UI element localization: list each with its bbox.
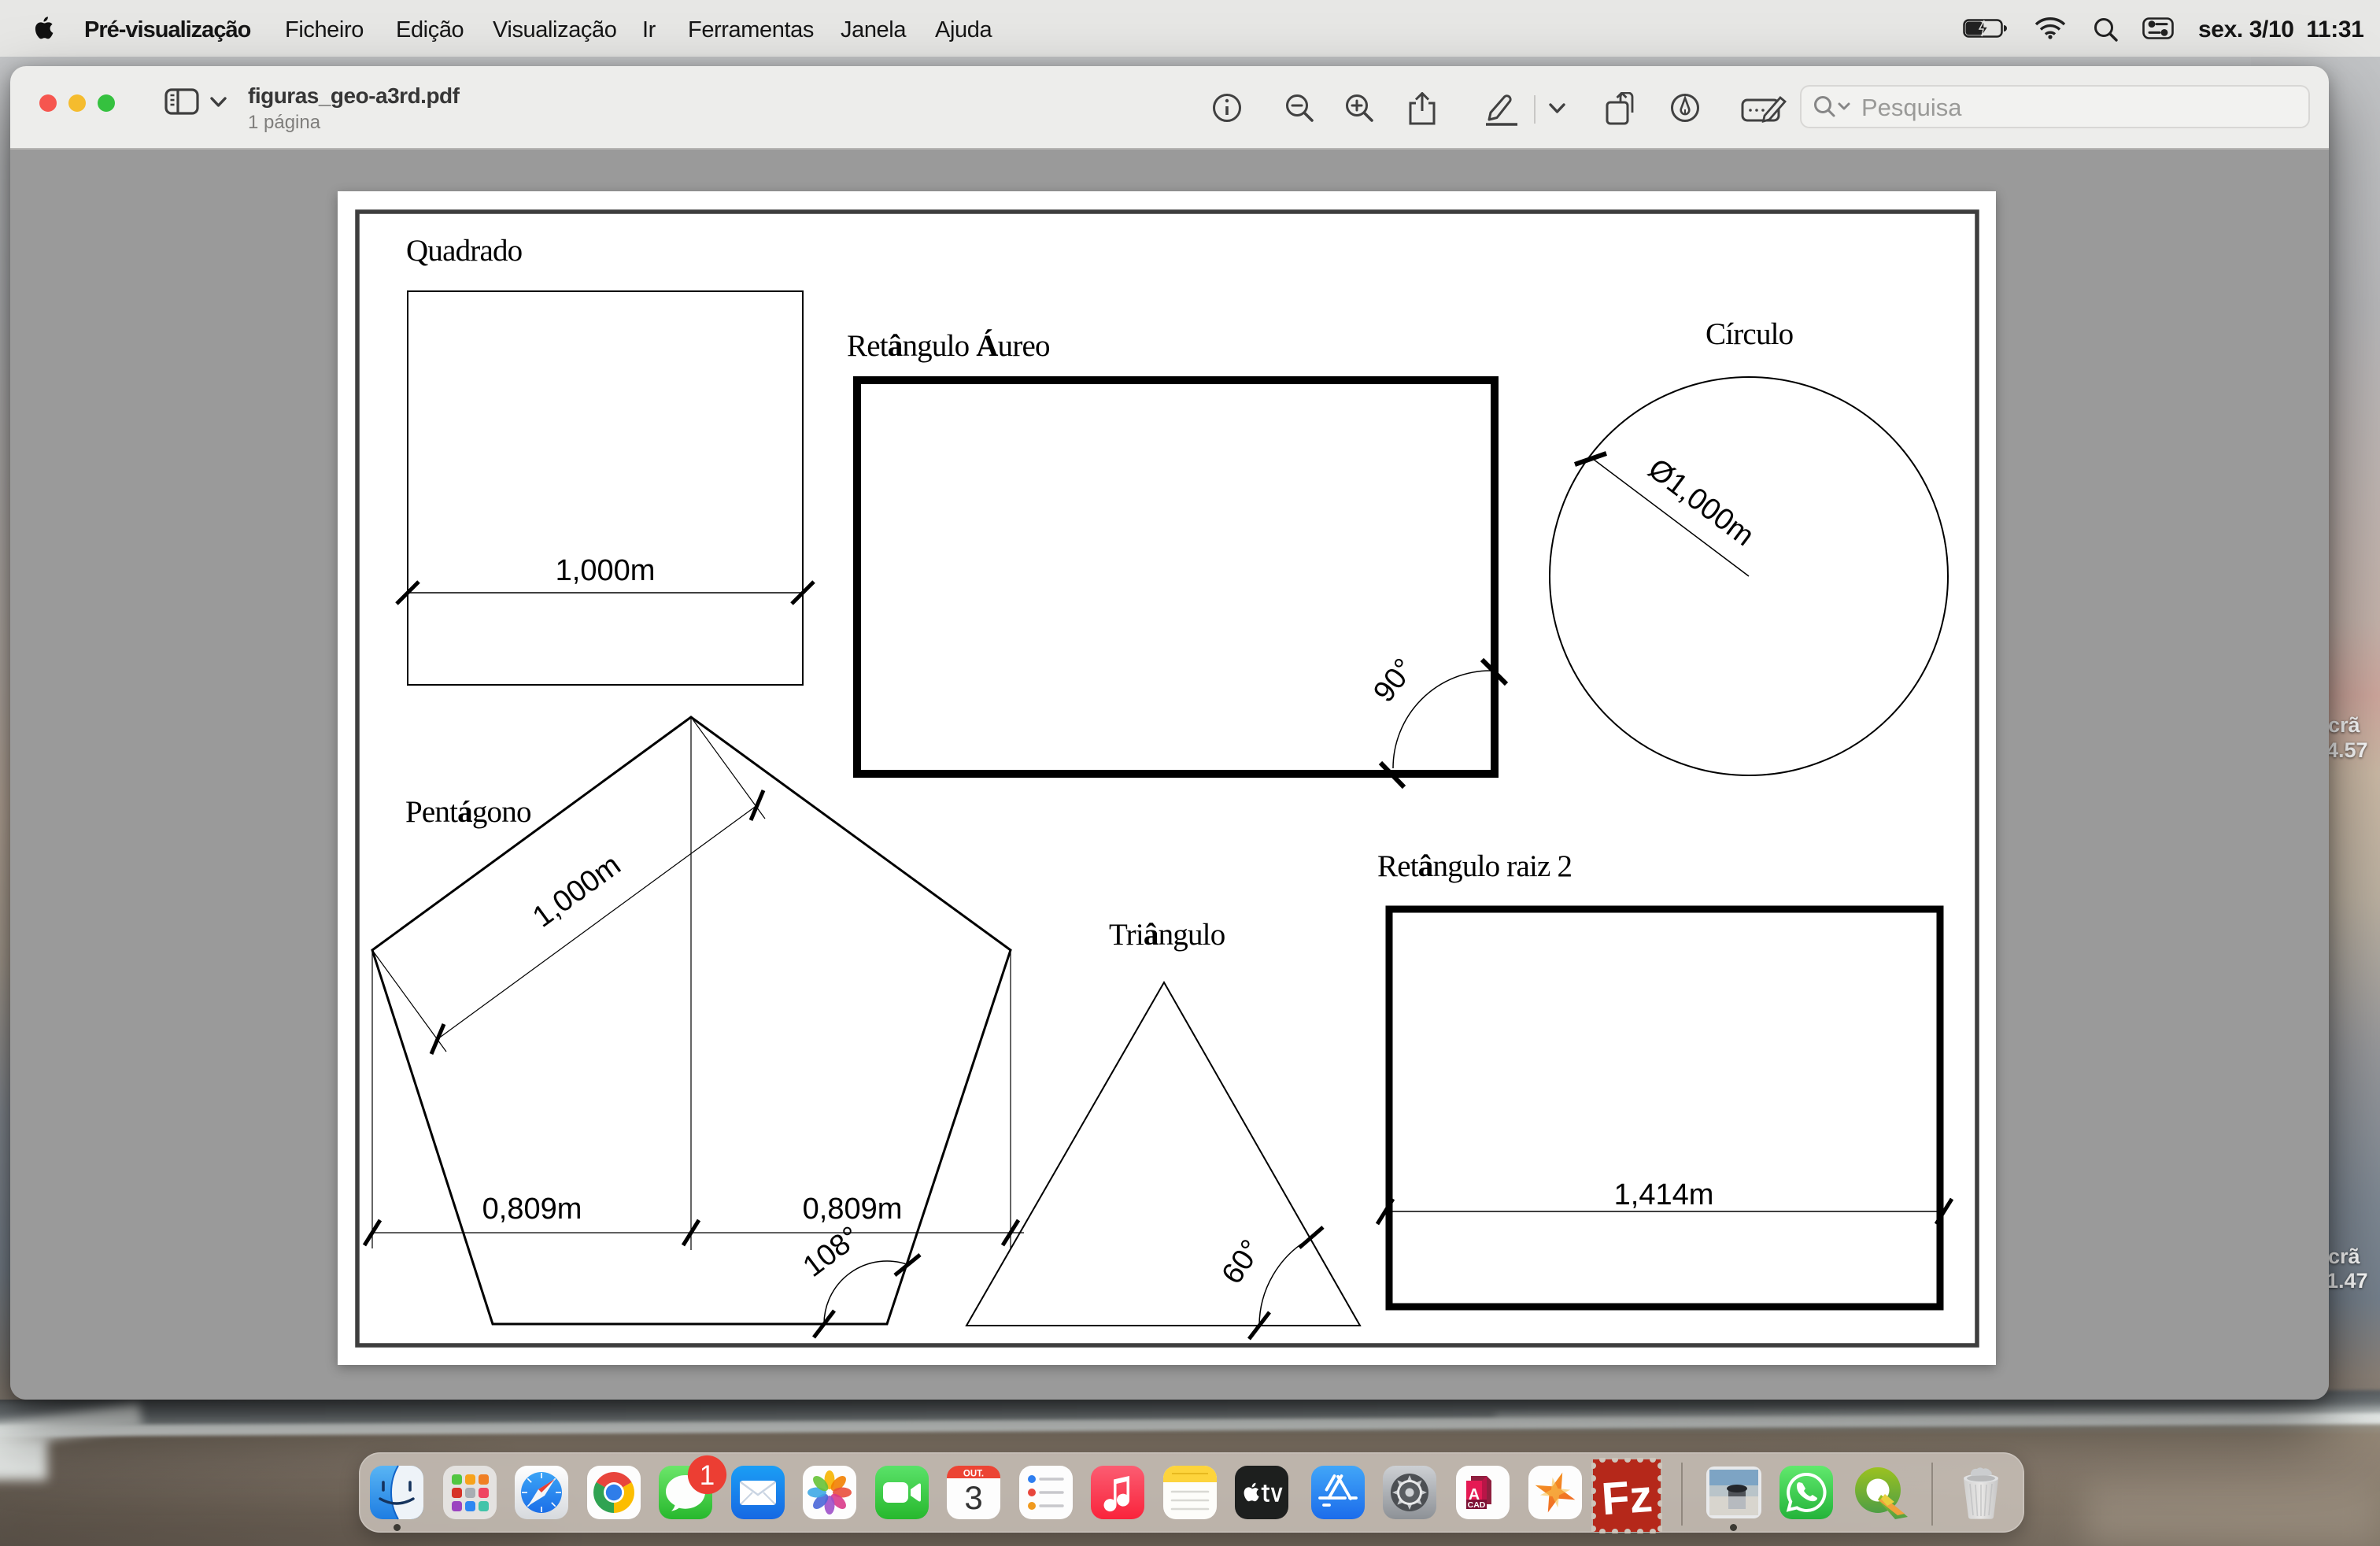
svg-text:Pentágono: Pentágono: [405, 795, 531, 829]
svg-text:3: 3: [964, 1479, 982, 1516]
svg-text:Triângulo: Triângulo: [1109, 918, 1225, 952]
svg-text:90°: 90°: [1367, 653, 1421, 708]
svg-text:0,809m: 0,809m: [803, 1193, 903, 1226]
svg-text:0,809m: 0,809m: [482, 1193, 582, 1226]
svg-text:CAD: CAD: [1468, 1500, 1486, 1510]
svg-text:Círculo: Círculo: [1706, 317, 1794, 351]
svg-text:Retângulo raiz 2: Retângulo raiz 2: [1377, 849, 1572, 883]
svg-text:60°: 60°: [1216, 1234, 1269, 1290]
svg-text:1,000m: 1,000m: [556, 554, 656, 587]
svg-text:Retângulo Áureo: Retângulo Áureo: [847, 328, 1050, 363]
svg-text:Ø1,000m: Ø1,000m: [1642, 453, 1760, 553]
svg-text:1,000m: 1,000m: [527, 849, 626, 934]
svg-text:Fz: Fz: [1600, 1470, 1654, 1525]
svg-text:108°: 108°: [797, 1220, 867, 1284]
svg-text:OUT.: OUT.: [963, 1470, 984, 1479]
svg-text:1: 1: [700, 1460, 715, 1491]
svg-text:Quadrado: Quadrado: [406, 234, 523, 268]
svg-text:1,414m: 1,414m: [1614, 1178, 1714, 1211]
